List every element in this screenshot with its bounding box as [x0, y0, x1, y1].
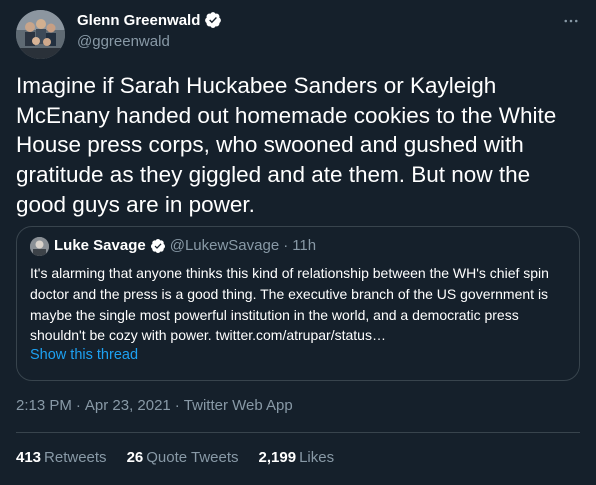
quoted-separator-dot: · — [283, 237, 289, 254]
likes-label: Likes — [299, 449, 335, 466]
person-avatar-icon — [30, 237, 49, 256]
quoted-author-avatar[interactable] — [30, 237, 49, 256]
quote-tweets-label: Quote Tweets — [146, 449, 239, 466]
quoted-tweet-text: It's alarming that anyone thinks this ki… — [30, 265, 549, 344]
retweets-stat[interactable]: 413 Retweets — [16, 449, 107, 466]
tweet: Glenn Greenwald @ggreenwald Imagine if S… — [0, 0, 596, 485]
show-thread-link[interactable]: Show this thread — [30, 347, 138, 363]
likes-stat[interactable]: 2,199 Likes — [259, 449, 335, 466]
engagement-stats: 413 Retweets 26 Quote Tweets 2,199 Likes — [16, 449, 354, 466]
quoted-timestamp[interactable]: 11h — [292, 237, 316, 254]
quote-tweets-count: 26 — [126, 449, 144, 466]
quoted-handle: @LukewSavage — [169, 237, 280, 254]
retweets-count: 413 — [16, 449, 42, 466]
quoted-display-name[interactable]: Luke Savage — [54, 237, 146, 254]
author-avatar[interactable] — [16, 10, 65, 59]
tweet-metadata: 2:13 PM · Apr 23, 2021 · Twitter Web App — [16, 397, 293, 414]
likes-count: 2,199 — [258, 449, 297, 466]
meta-separator: · — [75, 397, 81, 414]
family-photo-avatar-icon — [16, 10, 65, 59]
quote-tweets-stat[interactable]: 26 Quote Tweets — [127, 449, 239, 466]
tweet-date[interactable]: Apr 23, 2021 — [85, 397, 171, 414]
author-handle[interactable]: @ggreenwald — [77, 33, 170, 50]
tweet-time[interactable]: 2:13 PM — [16, 397, 72, 414]
tweet-text: Imagine if Sarah Huckabee Sanders or Kay… — [16, 73, 557, 217]
author-display-name[interactable]: Glenn Greenwald — [77, 12, 200, 29]
more-options-icon[interactable] — [560, 10, 582, 32]
tweet-source[interactable]: Twitter Web App — [184, 397, 293, 414]
divider — [16, 432, 580, 433]
quoted-verified-badge-icon — [150, 238, 166, 254]
quoted-tweet-card[interactable]: Luke Savage @LukewSavage · 11h It's alar… — [16, 226, 580, 381]
retweets-label: Retweets — [44, 449, 107, 466]
quoted-header: Luke Savage @LukewSavage · 11h — [54, 237, 316, 254]
verified-badge-icon — [204, 11, 222, 29]
author-name-row: Glenn Greenwald — [77, 11, 222, 29]
meta-separator: · — [174, 397, 180, 414]
